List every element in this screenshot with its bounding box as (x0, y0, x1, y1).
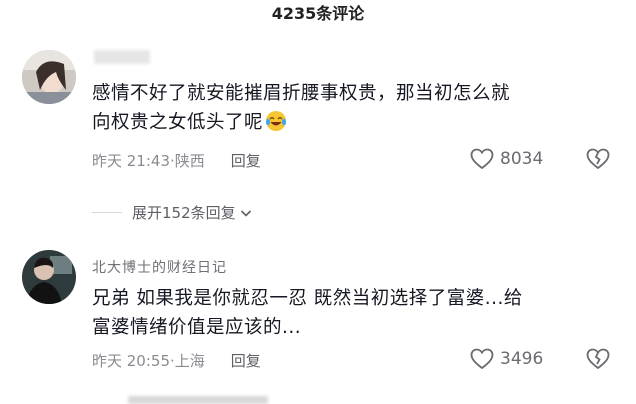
next-comment-preview (128, 396, 268, 404)
like-count: 3496 (500, 349, 544, 369)
broken-heart-icon (586, 348, 610, 370)
username-blurred (94, 50, 150, 64)
comment-text-line: 兄弟 如果我是你就忍一忍 既然当初选择了富婆...给 (92, 288, 523, 309)
comment-location: 陕西 (174, 152, 205, 170)
comment-text: 感情不好了就安能摧眉折腰事权贵，那当初怎么就 向权贵之女低头了呢 (92, 79, 612, 137)
comment-text-line: 向权贵之女低头了呢 (92, 108, 612, 137)
comment-meta: 昨天 20:55 · 上海 回复 (92, 350, 261, 371)
heart-outline-icon (470, 348, 494, 370)
chevron-down-icon (240, 209, 251, 217)
broken-heart-icon (586, 148, 610, 170)
comment-text-line: 感情不好了就安能摧眉折腰事权贵，那当初怎么就 (92, 83, 511, 104)
comment-text: 兄弟 如果我是你就忍一忍 既然当初选择了富婆...给 富婆情绪价值是应该的... (92, 284, 622, 342)
laughing-crying-emoji-icon (266, 111, 287, 131)
comment-meta: 昨天 21:43 · 陕西 回复 (92, 150, 261, 171)
comment-text-line: 富婆情绪价值是应该的... (92, 317, 302, 338)
comment-location: 上海 (174, 352, 205, 370)
heart-outline-icon (470, 148, 494, 170)
dislike-button[interactable] (586, 348, 610, 374)
like-button[interactable]: 3496 (470, 348, 543, 370)
avatar[interactable] (22, 250, 76, 304)
expand-replies-label: 展开152条回复 (132, 204, 236, 222)
reply-button[interactable]: 回复 (231, 150, 261, 171)
comment-time: 昨天 21:43 (92, 152, 170, 170)
like-button[interactable]: 8034 (470, 148, 543, 170)
avatar[interactable] (22, 50, 76, 104)
username[interactable]: 北大博士的财经日记 (92, 257, 227, 277)
expand-replies-button[interactable]: 展开152条回复 (92, 202, 253, 223)
divider-line (92, 212, 122, 213)
comment-count-title: 4235条评论 (271, 4, 365, 23)
reply-button[interactable]: 回复 (231, 350, 261, 371)
comment-time: 昨天 20:55 (92, 352, 170, 370)
like-count: 8034 (500, 149, 544, 169)
dislike-button[interactable] (586, 148, 610, 174)
